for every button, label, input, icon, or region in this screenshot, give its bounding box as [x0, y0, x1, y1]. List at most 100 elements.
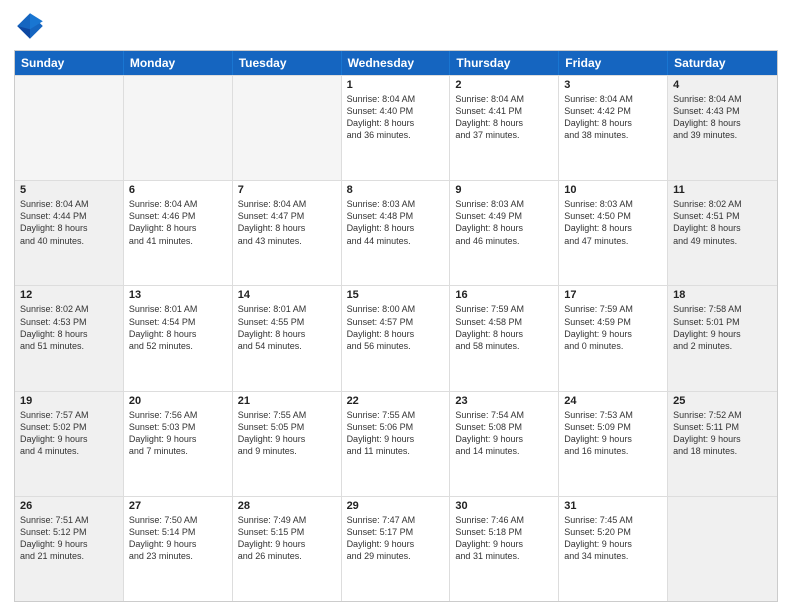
calendar-day-12: 12 Sunrise: 8:02 AM Sunset: 4:53 PM Dayli… — [15, 286, 124, 390]
calendar-header: SundayMondayTuesdayWednesdayThursdayFrid… — [15, 51, 777, 75]
calendar-row-3: 19 Sunrise: 7:57 AM Sunset: 5:02 PM Dayli… — [15, 391, 777, 496]
cell-text: Sunrise: 7:55 AM Sunset: 5:06 PM Dayligh… — [347, 409, 445, 458]
cell-text: Sunrise: 7:56 AM Sunset: 5:03 PM Dayligh… — [129, 409, 227, 458]
cell-text: Sunrise: 8:04 AM Sunset: 4:42 PM Dayligh… — [564, 93, 662, 142]
calendar-day-5: 5 Sunrise: 8:04 AM Sunset: 4:44 PM Daylig… — [15, 181, 124, 285]
weekday-header-wednesday: Wednesday — [342, 51, 451, 75]
calendar-row-2: 12 Sunrise: 8:02 AM Sunset: 4:53 PM Dayli… — [15, 285, 777, 390]
day-number: 21 — [238, 395, 336, 407]
day-number: 23 — [455, 395, 553, 407]
cell-text: Sunrise: 8:03 AM Sunset: 4:50 PM Dayligh… — [564, 198, 662, 247]
day-number: 18 — [673, 289, 772, 301]
calendar-row-4: 26Sunrise: 7:51 AM Sunset: 5:12 PM Dayli… — [15, 496, 777, 601]
page: SundayMondayTuesdayWednesdayThursdayFrid… — [0, 0, 792, 612]
cell-text: Sunrise: 7:54 AM Sunset: 5:08 PM Dayligh… — [455, 409, 553, 458]
calendar-day-17: 17 Sunrise: 7:59 AM Sunset: 4:59 PM Dayli… — [559, 286, 668, 390]
weekday-header-saturday: Saturday — [668, 51, 777, 75]
calendar-day-14: 14Sunrise: 8:01 AM Sunset: 4:55 PM Dayli… — [233, 286, 342, 390]
weekday-header-friday: Friday — [559, 51, 668, 75]
cell-text: Sunrise: 7:50 AM Sunset: 5:14 PM Dayligh… — [129, 514, 227, 563]
day-number: 7 — [238, 184, 336, 196]
day-number: 29 — [347, 500, 445, 512]
calendar-day-26: 26Sunrise: 7:51 AM Sunset: 5:12 PM Dayli… — [15, 497, 124, 601]
day-number: 9 — [455, 184, 553, 196]
cell-text: Sunrise: 7:59 AM Sunset: 4:59 PM Dayligh… — [564, 303, 662, 352]
calendar-day-10: 10 Sunrise: 8:03 AM Sunset: 4:50 PM Dayli… — [559, 181, 668, 285]
cell-text: Sunrise: 7:47 AM Sunset: 5:17 PM Dayligh… — [347, 514, 445, 563]
day-number: 3 — [564, 79, 662, 91]
calendar-day-11: 11 Sunrise: 8:02 AM Sunset: 4:51 PM Dayli… — [668, 181, 777, 285]
cell-text: Sunrise: 7:45 AM Sunset: 5:20 PM Dayligh… — [564, 514, 662, 563]
calendar-day-29: 29 Sunrise: 7:47 AM Sunset: 5:17 PM Dayli… — [342, 497, 451, 601]
day-number: 20 — [129, 395, 227, 407]
calendar-day-3: 3 Sunrise: 8:04 AM Sunset: 4:42 PM Daylig… — [559, 76, 668, 180]
calendar-day-24: 24 Sunrise: 7:53 AM Sunset: 5:09 PM Dayli… — [559, 392, 668, 496]
weekday-header-sunday: Sunday — [15, 51, 124, 75]
calendar-row-0: 1Sunrise: 8:04 AM Sunset: 4:40 PM Daylig… — [15, 75, 777, 180]
calendar-day-30: 30 Sunrise: 7:46 AM Sunset: 5:18 PM Dayli… — [450, 497, 559, 601]
calendar-day-15: 15 Sunrise: 8:00 AM Sunset: 4:57 PM Dayli… — [342, 286, 451, 390]
header — [14, 10, 778, 42]
cell-text: Sunrise: 8:04 AM Sunset: 4:44 PM Dayligh… — [20, 198, 118, 247]
cell-text: Sunrise: 8:04 AM Sunset: 4:40 PM Dayligh… — [347, 93, 445, 142]
calendar-day-22: 22 Sunrise: 7:55 AM Sunset: 5:06 PM Dayli… — [342, 392, 451, 496]
day-number: 25 — [673, 395, 772, 407]
calendar-cell-empty — [15, 76, 124, 180]
day-number: 5 — [20, 184, 118, 196]
day-number: 17 — [564, 289, 662, 301]
weekday-header-monday: Monday — [124, 51, 233, 75]
cell-text: Sunrise: 8:00 AM Sunset: 4:57 PM Dayligh… — [347, 303, 445, 352]
day-number: 10 — [564, 184, 662, 196]
calendar-day-27: 27 Sunrise: 7:50 AM Sunset: 5:14 PM Dayli… — [124, 497, 233, 601]
cell-text: Sunrise: 7:59 AM Sunset: 4:58 PM Dayligh… — [455, 303, 553, 352]
calendar-day-7: 7 Sunrise: 8:04 AM Sunset: 4:47 PM Daylig… — [233, 181, 342, 285]
calendar-day-21: 21Sunrise: 7:55 AM Sunset: 5:05 PM Dayli… — [233, 392, 342, 496]
calendar-day-23: 23 Sunrise: 7:54 AM Sunset: 5:08 PM Dayli… — [450, 392, 559, 496]
weekday-header-tuesday: Tuesday — [233, 51, 342, 75]
day-number: 19 — [20, 395, 118, 407]
cell-text: Sunrise: 8:02 AM Sunset: 4:53 PM Dayligh… — [20, 303, 118, 352]
calendar: SundayMondayTuesdayWednesdayThursdayFrid… — [14, 50, 778, 602]
day-number: 4 — [673, 79, 772, 91]
day-number: 27 — [129, 500, 227, 512]
cell-text: Sunrise: 7:49 AM Sunset: 5:15 PM Dayligh… — [238, 514, 336, 563]
calendar-day-31: 31Sunrise: 7:45 AM Sunset: 5:20 PM Dayli… — [559, 497, 668, 601]
logo-icon — [14, 10, 46, 42]
calendar-day-19: 19 Sunrise: 7:57 AM Sunset: 5:02 PM Dayli… — [15, 392, 124, 496]
cell-text: Sunrise: 7:46 AM Sunset: 5:18 PM Dayligh… — [455, 514, 553, 563]
day-number: 12 — [20, 289, 118, 301]
day-number: 8 — [347, 184, 445, 196]
day-number: 22 — [347, 395, 445, 407]
cell-text: Sunrise: 7:53 AM Sunset: 5:09 PM Dayligh… — [564, 409, 662, 458]
day-number: 24 — [564, 395, 662, 407]
calendar-day-9: 9 Sunrise: 8:03 AM Sunset: 4:49 PM Daylig… — [450, 181, 559, 285]
cell-text: Sunrise: 7:58 AM Sunset: 5:01 PM Dayligh… — [673, 303, 772, 352]
day-number: 2 — [455, 79, 553, 91]
cell-text: Sunrise: 8:01 AM Sunset: 4:54 PM Dayligh… — [129, 303, 227, 352]
cell-text: Sunrise: 8:04 AM Sunset: 4:47 PM Dayligh… — [238, 198, 336, 247]
calendar-day-28: 28 Sunrise: 7:49 AM Sunset: 5:15 PM Dayli… — [233, 497, 342, 601]
calendar-day-1: 1Sunrise: 8:04 AM Sunset: 4:40 PM Daylig… — [342, 76, 451, 180]
cell-text: Sunrise: 8:04 AM Sunset: 4:43 PM Dayligh… — [673, 93, 772, 142]
calendar-day-16: 16 Sunrise: 7:59 AM Sunset: 4:58 PM Dayli… — [450, 286, 559, 390]
day-number: 13 — [129, 289, 227, 301]
day-number: 15 — [347, 289, 445, 301]
calendar-day-20: 20 Sunrise: 7:56 AM Sunset: 5:03 PM Dayli… — [124, 392, 233, 496]
day-number: 16 — [455, 289, 553, 301]
cell-text: Sunrise: 8:03 AM Sunset: 4:48 PM Dayligh… — [347, 198, 445, 247]
calendar-day-6: 6Sunrise: 8:04 AM Sunset: 4:46 PM Daylig… — [124, 181, 233, 285]
logo — [14, 10, 50, 42]
calendar-day-13: 13 Sunrise: 8:01 AM Sunset: 4:54 PM Dayli… — [124, 286, 233, 390]
day-number: 14 — [238, 289, 336, 301]
cell-text: Sunrise: 7:57 AM Sunset: 5:02 PM Dayligh… — [20, 409, 118, 458]
calendar-day-25: 25Sunrise: 7:52 AM Sunset: 5:11 PM Dayli… — [668, 392, 777, 496]
day-number: 11 — [673, 184, 772, 196]
cell-text: Sunrise: 8:03 AM Sunset: 4:49 PM Dayligh… — [455, 198, 553, 247]
cell-text: Sunrise: 8:02 AM Sunset: 4:51 PM Dayligh… — [673, 198, 772, 247]
calendar-day-4: 4 Sunrise: 8:04 AM Sunset: 4:43 PM Daylig… — [668, 76, 777, 180]
cell-text: Sunrise: 7:51 AM Sunset: 5:12 PM Dayligh… — [20, 514, 118, 563]
day-number: 30 — [455, 500, 553, 512]
day-number: 28 — [238, 500, 336, 512]
weekday-header-thursday: Thursday — [450, 51, 559, 75]
calendar-day-18: 18 Sunrise: 7:58 AM Sunset: 5:01 PM Dayli… — [668, 286, 777, 390]
